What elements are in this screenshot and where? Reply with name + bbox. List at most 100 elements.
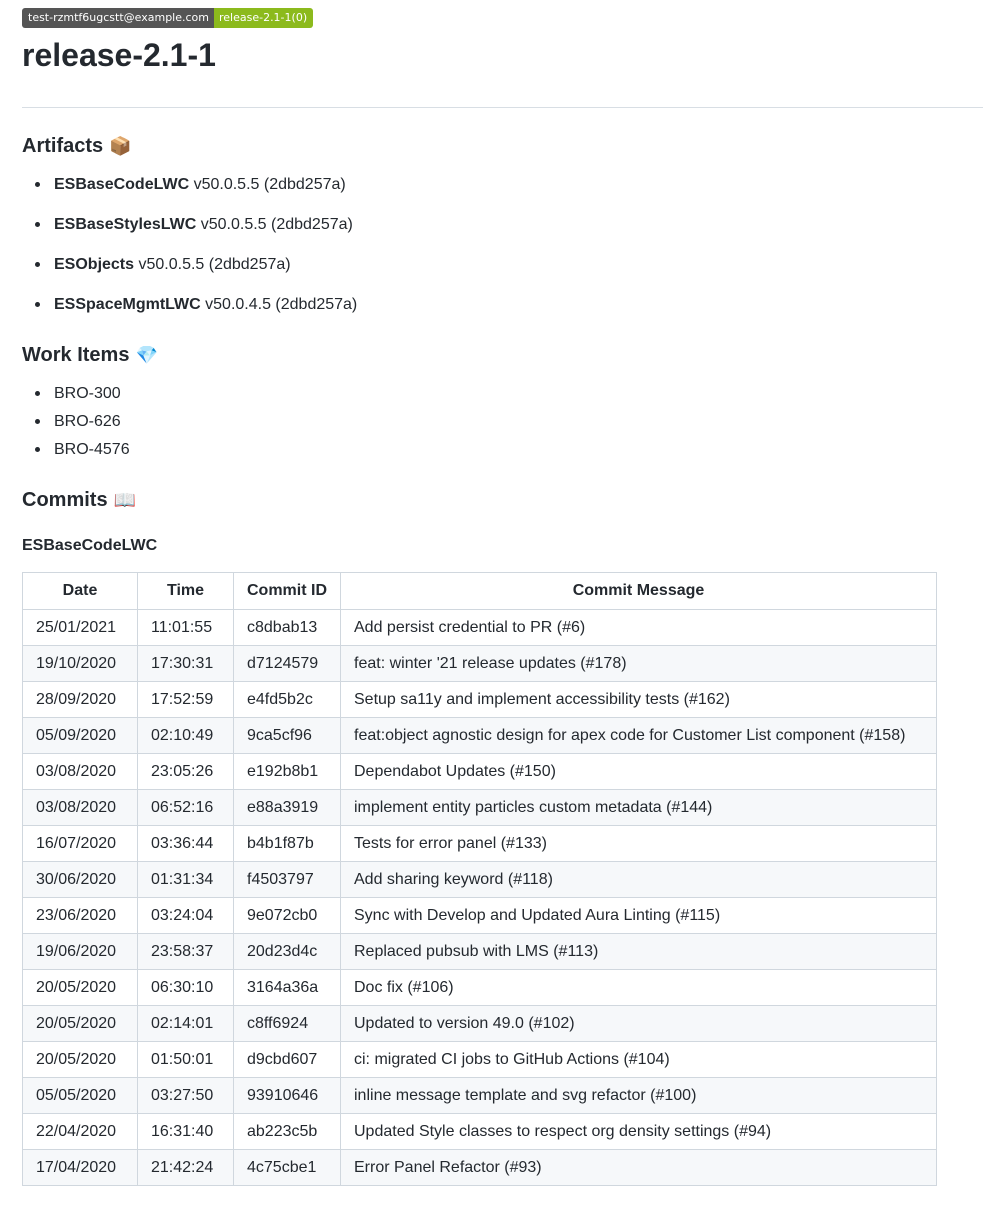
cell-commit-id: e88a3919 — [233, 789, 341, 826]
page-title-text: release-2.1-1 — [22, 37, 216, 73]
artifact-item: ESBaseCodeLWC v50.0.5.5 (2dbd257a) — [22, 173, 357, 197]
cell-date: 05/05/2020 — [22, 1077, 138, 1114]
table-row: 25/01/2021 11:01:55 c8dbab13 Add persist cr… — [22, 609, 937, 646]
cell-time: 06:30:10 — [137, 969, 234, 1006]
cell-commit-message: Doc fix (#106) — [340, 969, 937, 1006]
cell-commit-id: d9cbd607 — [233, 1041, 341, 1078]
commits-heading-text: Commits — [22, 489, 108, 511]
table-row: 03/08/2020 23:05:26 e192b8b1 Dependabot Upd… — [22, 753, 937, 790]
cell-commit-message: Add persist credential to PR (#6) — [340, 609, 937, 646]
cell-commit-id: ab223c5b — [233, 1113, 341, 1150]
cell-commit-message: Updated to version 49.0 (#102) — [340, 1005, 937, 1042]
artifact-version: v50.0.5.5 (2dbd257a) — [200, 216, 353, 233]
release-notes-page: test-rzmtf6ugcstt@example.com release-2.… — [0, 0, 983, 108]
table-row: 16/07/2020 03:36:44 b4b1f87b Tests for erro… — [22, 825, 937, 862]
cell-commit-id: e4fd5b2c — [233, 681, 341, 718]
cell-commit-id: c8ff6924 — [233, 1005, 341, 1042]
cell-date: 19/06/2020 — [22, 933, 138, 970]
work-items-heading: Work Items 💎 — [22, 342, 158, 368]
artifact-list: ESBaseCodeLWC v50.0.5.5 (2dbd257a) ESBas… — [22, 173, 357, 317]
work-item: BRO-300 — [22, 382, 158, 406]
artifact-name: ESObjects — [54, 256, 135, 273]
cell-commit-id: 4c75cbe1 — [233, 1149, 341, 1186]
cell-commit-id: 9e072cb0 — [233, 897, 341, 934]
artifacts-section: Artifacts 📦 ESBaseCodeLWC v50.0.5.5 (2dbd… — [22, 133, 357, 333]
commits-table-body: 25/01/2021 11:01:55 c8dbab13 Add persist cr… — [22, 609, 937, 1186]
cell-date: 03/08/2020 — [22, 753, 138, 790]
column-header-commit-id: Commit ID — [233, 572, 341, 610]
table-header-row: Date Time Commit ID Commit Message — [22, 572, 937, 610]
cell-date: 20/05/2020 — [22, 1005, 138, 1042]
table-row: 03/08/2020 06:52:16 e88a3919 implement enti… — [22, 789, 937, 826]
cell-date: 16/07/2020 — [22, 825, 138, 862]
cell-commit-id: d7124579 — [233, 645, 341, 682]
table-row: 19/06/2020 23:58:37 20d23d4c Replaced pubsu… — [22, 933, 937, 970]
cell-commit-message: Sync with Develop and Updated Aura Linti… — [340, 897, 937, 934]
table-row: 23/06/2020 03:24:04 9e072cb0 Sync with Deve… — [22, 897, 937, 934]
cell-date: 03/08/2020 — [22, 789, 138, 826]
cell-commit-message: Updated Style classes to respect org den… — [340, 1113, 937, 1150]
cell-time: 03:24:04 — [137, 897, 234, 934]
artifact-name: ESBaseCodeLWC — [54, 176, 190, 193]
cell-commit-message: Tests for error panel (#133) — [340, 825, 937, 862]
column-header-date: Date — [22, 572, 138, 610]
cell-time: 03:27:50 — [137, 1077, 234, 1114]
commits-table: Date Time Commit ID Commit Message 25/01… — [22, 572, 937, 1186]
cell-commit-id: c8dbab13 — [233, 609, 341, 646]
badge-user: test-rzmtf6ugcstt@example.com — [22, 8, 214, 28]
cell-time: 16:31:40 — [137, 1113, 234, 1150]
table-row: 19/10/2020 17:30:31 d7124579 feat: winter '… — [22, 645, 937, 682]
cell-commit-message: inline message template and svg refactor… — [340, 1077, 937, 1114]
artifact-name: ESBaseStylesLWC — [54, 216, 197, 233]
cell-commit-message: Add sharing keyword (#118) — [340, 861, 937, 898]
cell-time: 02:10:49 — [137, 717, 234, 754]
cell-commit-message: Setup sa11y and implement accessibility … — [340, 681, 937, 718]
table-row: 22/04/2020 16:31:40 ab223c5b Updated Style … — [22, 1113, 937, 1150]
cell-commit-id: b4b1f87b — [233, 825, 341, 862]
table-row: 20/05/2020 01:50:01 d9cbd607 ci: migrated C… — [22, 1041, 937, 1078]
work-item: BRO-626 — [22, 410, 158, 434]
cell-time: 03:36:44 — [137, 825, 234, 862]
artifact-version: v50.0.4.5 (2dbd257a) — [205, 296, 358, 313]
table-row: 17/04/2020 21:42:24 4c75cbe1 Error Panel Re… — [22, 1149, 937, 1186]
cell-time: 01:50:01 — [137, 1041, 234, 1078]
column-header-time: Time — [137, 572, 234, 610]
gem-icon: 💎 — [135, 345, 158, 366]
artifacts-heading-text: Artifacts — [22, 135, 104, 157]
artifacts-heading: Artifacts 📦 — [22, 133, 357, 159]
package-icon: 📦 — [109, 136, 132, 157]
work-item: BRO-4576 — [22, 438, 158, 462]
cell-time: 11:01:55 — [137, 609, 234, 646]
cell-time: 17:52:59 — [137, 681, 234, 718]
cell-commit-id: f4503797 — [233, 861, 341, 898]
table-row: 30/06/2020 01:31:34 f4503797 Add sharing ke… — [22, 861, 937, 898]
artifact-item: ESObjects v50.0.5.5 (2dbd257a) — [22, 253, 357, 277]
cell-date: 20/05/2020 — [22, 969, 138, 1006]
cell-date: 17/04/2020 — [22, 1149, 138, 1186]
cell-commit-message: ci: migrated CI jobs to GitHub Actions (… — [340, 1041, 937, 1078]
cell-commit-id: e192b8b1 — [233, 753, 341, 790]
cell-commit-message: feat: winter '21 release updates (#178) — [340, 645, 937, 682]
commits-section: Commits 📖 — [22, 487, 136, 513]
cell-time: 23:05:26 — [137, 753, 234, 790]
cell-date: 23/06/2020 — [22, 897, 138, 934]
table-row: 28/09/2020 17:52:59 e4fd5b2c Setup sa11y an… — [22, 681, 937, 718]
work-item-list: BRO-300 BRO-626 BRO-4576 — [22, 382, 158, 462]
work-items-heading-text: Work Items — [22, 344, 130, 366]
cell-time: 17:30:31 — [137, 645, 234, 682]
cell-commit-message: Error Panel Refactor (#93) — [340, 1149, 937, 1186]
artifact-version: v50.0.5.5 (2dbd257a) — [193, 176, 346, 193]
cell-commit-message: Replaced pubsub with LMS (#113) — [340, 933, 937, 970]
cell-date: 05/09/2020 — [22, 717, 138, 754]
cell-date: 25/01/2021 — [22, 609, 138, 646]
cell-time: 01:31:34 — [137, 861, 234, 898]
cell-time: 21:42:24 — [137, 1149, 234, 1186]
artifact-item: ESSpaceMgmtLWC v50.0.4.5 (2dbd257a) — [22, 293, 357, 317]
cell-commit-message: implement entity particles custom metada… — [340, 789, 937, 826]
work-items-section: Work Items 💎 BRO-300 BRO-626 BRO-4576 — [22, 342, 158, 466]
table-row: 05/09/2020 02:10:49 9ca5cf96 feat:object ag… — [22, 717, 937, 754]
badge-release: release-2.1-1(0) — [213, 8, 314, 28]
cell-date: 28/09/2020 — [22, 681, 138, 718]
commits-heading: Commits 📖 — [22, 487, 136, 513]
cell-commit-message: feat:object agnostic design for apex cod… — [340, 717, 937, 754]
